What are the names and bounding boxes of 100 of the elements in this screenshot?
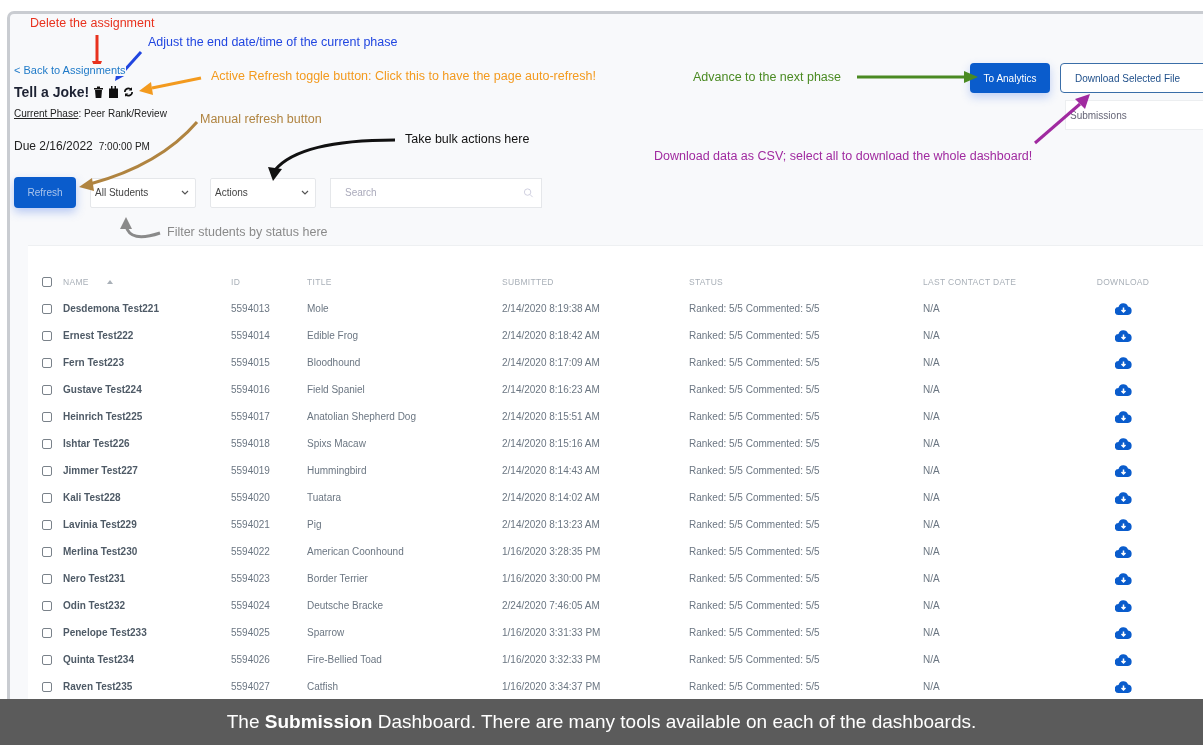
table-cell: Ranked: 5/5 Commented: 5/5 <box>689 492 820 503</box>
table-cell: Ranked: 5/5 Commented: 5/5 <box>689 546 820 557</box>
filter-dropdown[interactable]: All Students <box>90 177 196 208</box>
table-cell: Ishtar Test226 <box>63 438 130 449</box>
checkbox[interactable] <box>42 357 52 368</box>
table-cell: Catfish <box>307 681 339 692</box>
cloud-download-icon[interactable] <box>1114 437 1132 450</box>
table-cell: N/A <box>923 411 940 422</box>
table-cell: Quinta Test234 <box>63 654 134 665</box>
column-header: TITLE <box>307 276 332 287</box>
cloud-download-icon[interactable] <box>1114 680 1132 693</box>
chevron-icon <box>181 189 189 196</box>
checkbox[interactable] <box>42 330 52 341</box>
table-cell: Edible Frog <box>307 330 359 341</box>
download-button[interactable]: Download Selected File <box>1060 63 1203 93</box>
cloud-download-icon[interactable] <box>1114 545 1132 558</box>
search-field[interactable]: Search <box>330 177 542 208</box>
table-cell: Ranked: 5/5 Commented: 5/5 <box>689 303 820 314</box>
table-cell: 2/14/2020 8:14:43 AM <box>502 465 600 476</box>
checkbox[interactable] <box>42 519 52 530</box>
annotation-arrow <box>120 217 161 239</box>
table-cell: Heinrich Test225 <box>63 411 143 422</box>
table-cell: Hummingbird <box>307 465 367 476</box>
table-cell: Ranked: 5/5 Commented: 5/5 <box>689 438 820 449</box>
table-cell: Pig <box>307 519 322 530</box>
checkbox[interactable] <box>42 384 52 395</box>
column-header: STATUS <box>689 276 724 287</box>
checkbox[interactable] <box>42 465 52 476</box>
view-dropdown[interactable]: Submissions <box>1065 100 1203 130</box>
annotation-text: Adjust the end date/time of the current phase <box>148 35 398 49</box>
actions-dropdown[interactable]: Actions <box>210 177 316 208</box>
checkbox[interactable] <box>42 627 52 638</box>
table-cell: Fern Test223 <box>63 357 124 368</box>
table-cell: N/A <box>923 546 940 557</box>
cloud-download-icon[interactable] <box>1114 383 1132 396</box>
table-cell: Field Spaniel <box>307 384 365 395</box>
table-cell: 5594024 <box>231 600 270 611</box>
table-cell: 1/16/2020 3:30:00 PM <box>502 573 601 584</box>
analytics-button[interactable]: To Analytics <box>970 63 1050 93</box>
cloud-download-icon[interactable] <box>1114 410 1132 423</box>
column-header: LAST CONTACT DATE <box>923 276 1017 287</box>
checkbox[interactable] <box>42 411 52 422</box>
annotation-text: Active Refresh toggle button: Click this to have the page auto-refresh! <box>211 69 596 83</box>
cloud-download-icon[interactable] <box>1114 356 1132 369</box>
table-cell: Ranked: 5/5 Commented: 5/5 <box>689 330 820 341</box>
table-cell: Ranked: 5/5 Commented: 5/5 <box>689 519 820 530</box>
table-cell: American Coonhound <box>307 546 404 557</box>
table-cell: N/A <box>923 681 940 692</box>
checkbox[interactable] <box>42 546 52 557</box>
table-cell: Spixs Macaw <box>307 438 366 449</box>
table-cell: N/A <box>923 600 940 611</box>
cloud-download-icon[interactable] <box>1114 329 1132 342</box>
table-cell: Penelope Test233 <box>63 627 147 638</box>
table-cell: 2/14/2020 8:15:51 AM <box>502 411 600 422</box>
table-cell: 5594019 <box>231 465 270 476</box>
checkbox[interactable] <box>42 438 52 449</box>
table-cell: Ranked: 5/5 Commented: 5/5 <box>689 654 820 665</box>
calendar-icon[interactable] <box>108 86 120 98</box>
column-header: DOWNLOAD <box>1096 276 1150 287</box>
annotation-text: Delete the assignment <box>30 16 155 30</box>
cloud-download-icon[interactable] <box>1114 572 1132 585</box>
table-cell: 5594020 <box>231 492 270 503</box>
cloud-download-icon[interactable] <box>1114 626 1132 639</box>
table-cell: Fire-Bellied Toad <box>307 654 382 665</box>
table-cell: Jimmer Test227 <box>63 465 138 476</box>
table-cell: Merlina Test230 <box>63 546 138 557</box>
table-cell: N/A <box>923 654 940 665</box>
table-cell: Deutsche Bracke <box>307 600 384 611</box>
table-cell: Kali Test228 <box>63 492 121 503</box>
checkbox[interactable] <box>42 573 52 584</box>
checkbox[interactable] <box>42 654 52 665</box>
refresh-button[interactable]: Refresh <box>14 177 76 208</box>
cloud-download-icon[interactable] <box>1114 599 1132 612</box>
table-cell: 5594016 <box>231 384 270 395</box>
table-cell: Ernest Test222 <box>63 330 134 341</box>
table-cell: 2/14/2020 8:19:38 AM <box>502 303 600 314</box>
checkbox[interactable] <box>42 276 52 287</box>
table-cell: Bloodhound <box>307 357 361 368</box>
checkbox[interactable] <box>42 303 52 314</box>
table-cell: 2/14/2020 8:17:09 AM <box>502 357 600 368</box>
cloud-download-icon[interactable] <box>1114 491 1132 504</box>
checkbox[interactable] <box>42 681 52 692</box>
table-cell: 5594022 <box>231 546 270 557</box>
table-cell: 5594018 <box>231 438 270 449</box>
checkbox[interactable] <box>42 492 52 503</box>
table-cell: 1/16/2020 3:31:33 PM <box>502 627 601 638</box>
table-cell: N/A <box>923 357 940 368</box>
table-cell: 5594017 <box>231 411 270 422</box>
caption-text: The Submission Dashboard. There are many tools available on each of the dashboards. <box>226 711 977 733</box>
cloud-download-icon[interactable] <box>1114 464 1132 477</box>
checkbox[interactable] <box>42 600 52 611</box>
trash-icon[interactable] <box>93 86 105 98</box>
table-cell: 2/14/2020 8:14:02 AM <box>502 492 600 503</box>
cloud-download-icon[interactable] <box>1114 302 1132 315</box>
cloud-download-icon[interactable] <box>1114 653 1132 666</box>
cloud-download-icon[interactable] <box>1114 518 1132 531</box>
table-cell: 5594026 <box>231 654 270 665</box>
annotation-text: Filter students by status here <box>167 225 328 239</box>
refresh-icon[interactable] <box>123 86 135 98</box>
back-link[interactable]: < Back to Assignments <box>14 64 126 76</box>
